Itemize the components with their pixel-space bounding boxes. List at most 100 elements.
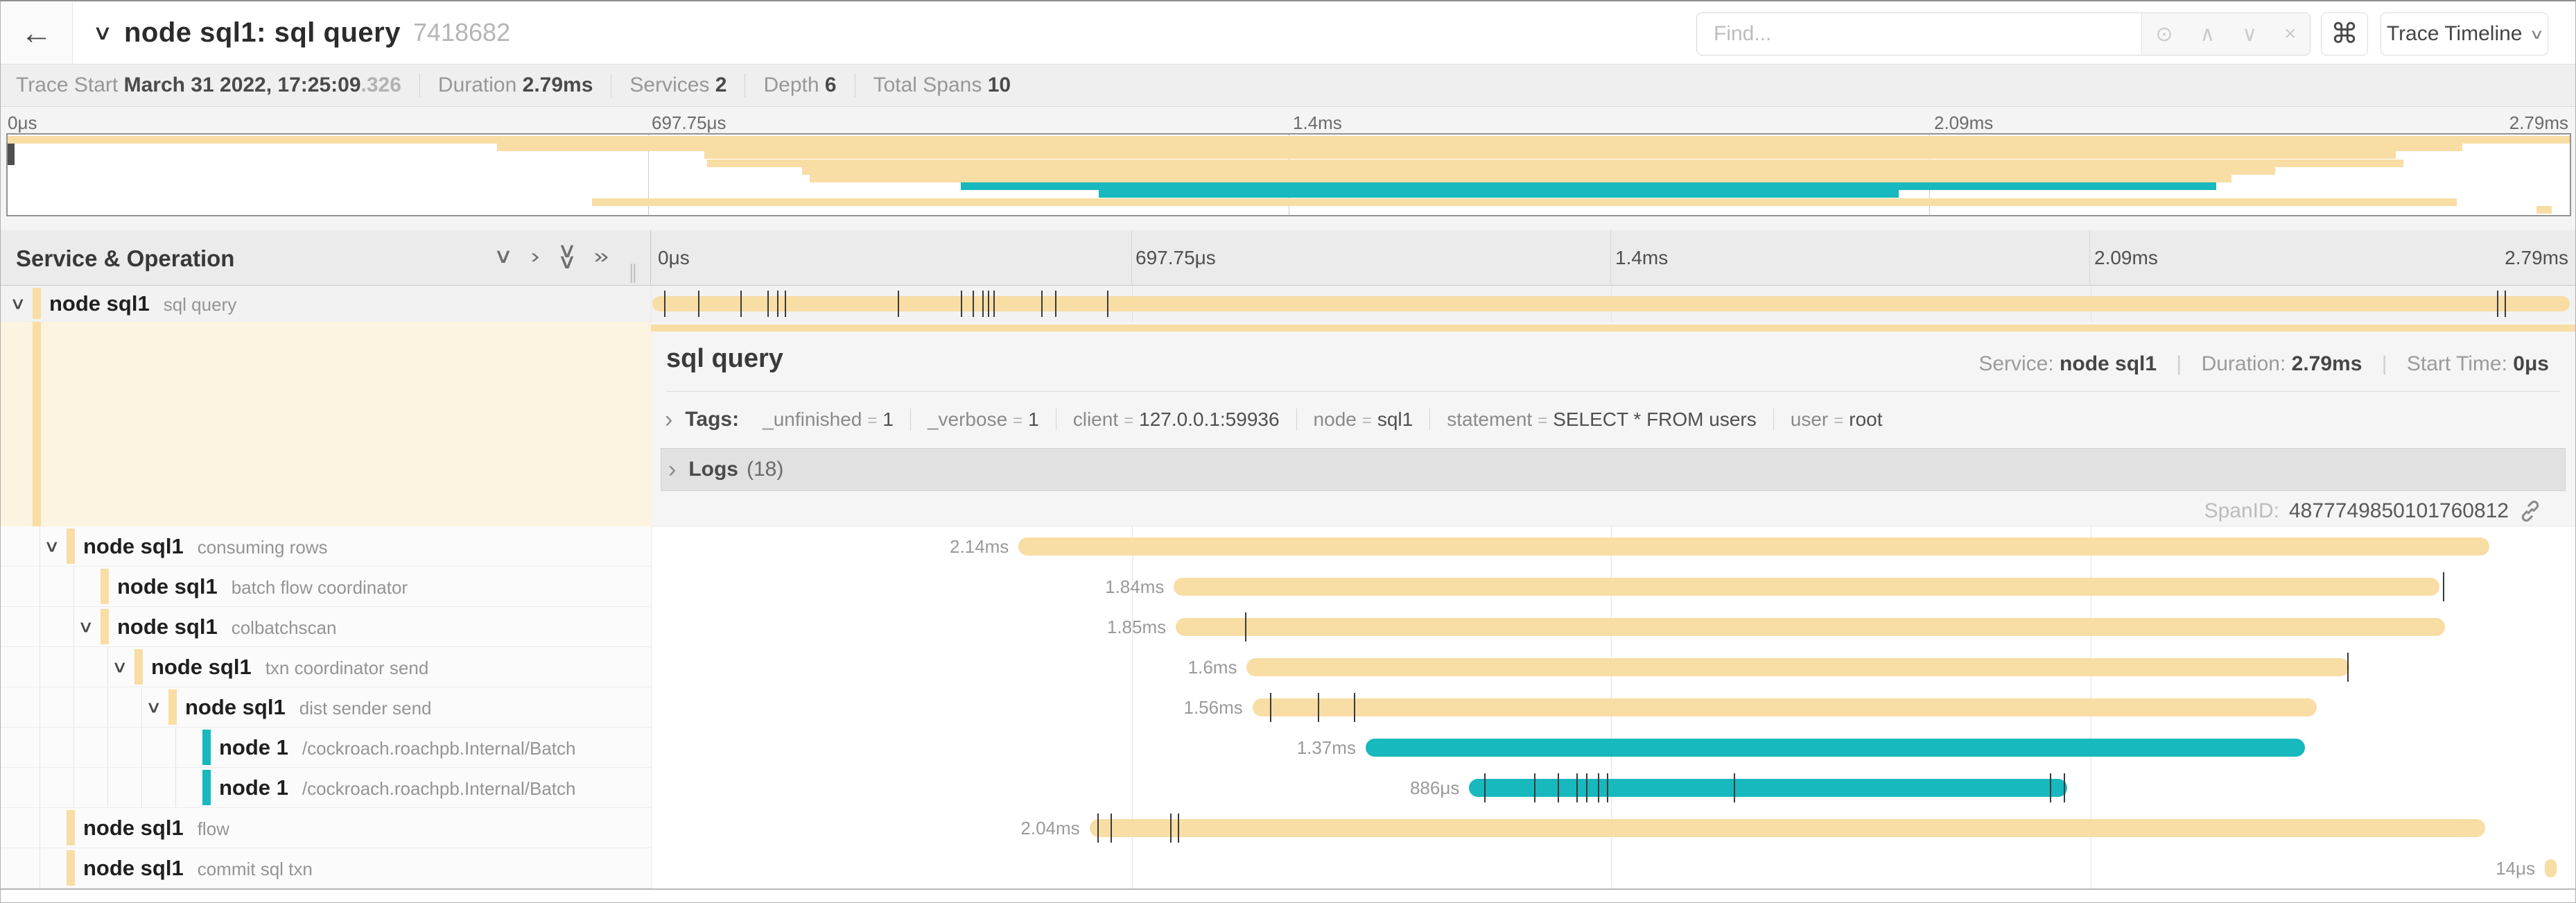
expand-all-icon[interactable]: »: [594, 245, 609, 268]
find-input[interactable]: [1696, 12, 2141, 55]
locate-icon[interactable]: ⊙: [2155, 22, 2173, 46]
service-value: node sql1: [2060, 352, 2157, 375]
span-log-marker[interactable]: [1170, 814, 1172, 843]
span-duration-bar[interactable]: [1176, 618, 2445, 636]
minimap-span-bar: [497, 144, 2462, 151]
span-log-marker[interactable]: [1534, 773, 1535, 802]
span-timeline-cell[interactable]: 1.56ms: [651, 687, 2575, 728]
span-log-marker[interactable]: [1245, 612, 1246, 642]
span-log-marker[interactable]: [1558, 773, 1559, 802]
span-log-marker[interactable]: [993, 291, 995, 317]
span-log-marker[interactable]: [1354, 693, 1355, 722]
logs-label: Logs: [688, 458, 738, 481]
span-log-marker[interactable]: [1270, 693, 1271, 722]
span-duration-bar[interactable]: [1366, 739, 2305, 757]
span-log-marker[interactable]: [1607, 773, 1608, 802]
span-log-marker[interactable]: [2050, 773, 2051, 802]
span-timeline-cell[interactable]: 886μs: [651, 768, 2575, 808]
span-log-marker[interactable]: [785, 291, 786, 317]
span-timeline-cell[interactable]: 1.85ms: [651, 607, 2575, 647]
span-log-marker[interactable]: [973, 291, 974, 317]
span-log-marker[interactable]: [1041, 291, 1043, 317]
span-log-marker[interactable]: [1484, 773, 1486, 802]
trace-collapse-icon[interactable]: ∨: [92, 21, 113, 45]
copy-link-icon[interactable]: [2518, 499, 2542, 523]
span-tree-item[interactable]: node 1/cockroach.roachpb.Internal/Batch: [1, 768, 651, 808]
span-log-marker[interactable]: [698, 291, 699, 317]
span-log-marker[interactable]: [1111, 814, 1112, 843]
span-timeline-cell[interactable]: [651, 286, 2575, 322]
span-log-marker[interactable]: [1107, 291, 1108, 317]
span-log-marker[interactable]: [2497, 291, 2498, 317]
span-tree-item[interactable]: ∨node sql1colbatchscan: [1, 607, 651, 647]
ruler-tick-3: 2.09ms: [2094, 247, 2158, 269]
span-tree-item[interactable]: ∨node sql1txn coordinator send: [1, 647, 651, 687]
span-log-marker[interactable]: [961, 291, 962, 317]
collapse-all-icon[interactable]: ∨∨: [557, 246, 577, 268]
span-duration-label: 886μs: [1410, 768, 1469, 808]
span-log-marker[interactable]: [664, 291, 665, 317]
span-expand-chevron-icon[interactable]: ∨: [44, 536, 60, 556]
column-resize-grip[interactable]: ∥: [628, 261, 638, 284]
collapse-one-icon[interactable]: ∨: [494, 244, 514, 268]
span-timeline-cell[interactable]: 2.04ms: [651, 808, 2575, 848]
keyboard-shortcuts-button[interactable]: ⌘: [2321, 12, 2368, 55]
span-tree-item[interactable]: node sql1batch flow coordinator: [1, 567, 651, 607]
span-log-marker[interactable]: [1598, 773, 1599, 802]
span-expand-chevron-icon[interactable]: ∨: [146, 697, 162, 717]
span-tree-item[interactable]: ∨node sql1dist sender send: [1, 687, 651, 728]
span-log-marker[interactable]: [2064, 773, 2065, 802]
span-expand-chevron-icon[interactable]: ∨: [112, 657, 128, 677]
span-duration-bar[interactable]: [1253, 698, 2317, 716]
span-tree-item[interactable]: ∨node sql1consuming rows: [1, 526, 651, 567]
span-tree-item[interactable]: node sql1flow: [1, 808, 651, 848]
span-duration-bar[interactable]: [1246, 658, 2349, 676]
expand-one-icon[interactable]: ›: [531, 245, 540, 268]
span-log-marker[interactable]: [2347, 653, 2349, 682]
span-timeline-cell[interactable]: 1.37ms: [651, 728, 2575, 768]
span-log-marker[interactable]: [1586, 773, 1587, 802]
view-select-button[interactable]: Trace Timeline ∨: [2381, 12, 2548, 55]
tags-row[interactable]: › Tags: _unfinished=1_verbose=1client=12…: [658, 401, 1899, 438]
span-timeline-cell[interactable]: 2.14ms: [651, 526, 2575, 567]
span-log-marker[interactable]: [1097, 814, 1099, 843]
span-log-marker[interactable]: [777, 291, 778, 317]
span-expand-chevron-icon[interactable]: ∨: [10, 293, 26, 313]
span-log-marker[interactable]: [982, 291, 984, 317]
span-log-marker[interactable]: [2443, 572, 2444, 601]
span-tree-item[interactable]: node 1/cockroach.roachpb.Internal/Batch: [1, 728, 651, 768]
span-log-marker[interactable]: [988, 291, 989, 317]
span-duration-bar[interactable]: [2545, 859, 2557, 877]
prev-match-icon[interactable]: ∧: [2200, 22, 2215, 46]
span-log-marker[interactable]: [740, 291, 742, 317]
timeline-gridline: [1132, 848, 1133, 888]
clear-search-icon[interactable]: ×: [2284, 22, 2297, 46]
minimap-canvas[interactable]: [6, 133, 2571, 216]
span-timeline-cell[interactable]: 1.84ms: [651, 567, 2575, 607]
span-log-marker[interactable]: [1318, 693, 1319, 722]
span-timeline-cell[interactable]: 1.6ms: [651, 647, 2575, 687]
next-match-icon[interactable]: ∨: [2242, 22, 2257, 46]
span-log-marker[interactable]: [1055, 291, 1056, 317]
span-duration-bar[interactable]: [1090, 819, 2486, 837]
span-log-marker[interactable]: [767, 291, 769, 317]
span-duration-bar[interactable]: [1469, 779, 2067, 797]
logs-row[interactable]: › Logs (18): [661, 448, 2566, 491]
span-log-marker[interactable]: [1734, 773, 1735, 802]
span-log-marker[interactable]: [1576, 773, 1578, 802]
span-tree-item[interactable]: node sql1commit sql txn: [1, 848, 651, 888]
span-timeline-cell[interactable]: 14μs: [651, 848, 2575, 888]
span-log-marker[interactable]: [898, 291, 899, 317]
span-tree-item[interactable]: ∨node sql1sql query: [1, 286, 651, 322]
rows-bottom-border: [1, 888, 2575, 890]
back-button[interactable]: ←: [1, 1, 73, 64]
span-expand-chevron-icon[interactable]: ∨: [78, 617, 94, 637]
span-duration-bar[interactable]: [1174, 578, 2439, 596]
span-log-marker[interactable]: [2505, 291, 2506, 317]
span-row: ∨node sql1colbatchscan1.85ms: [1, 607, 2575, 647]
span-duration-bar[interactable]: [1018, 538, 2489, 556]
span-log-marker[interactable]: [1178, 814, 1179, 843]
timeline-gridline: [1611, 848, 1612, 888]
span-duration-bar[interactable]: [652, 296, 2570, 311]
span-detail-meta: Service: node sql1 | Duration: 2.79ms | …: [1978, 352, 2549, 376]
